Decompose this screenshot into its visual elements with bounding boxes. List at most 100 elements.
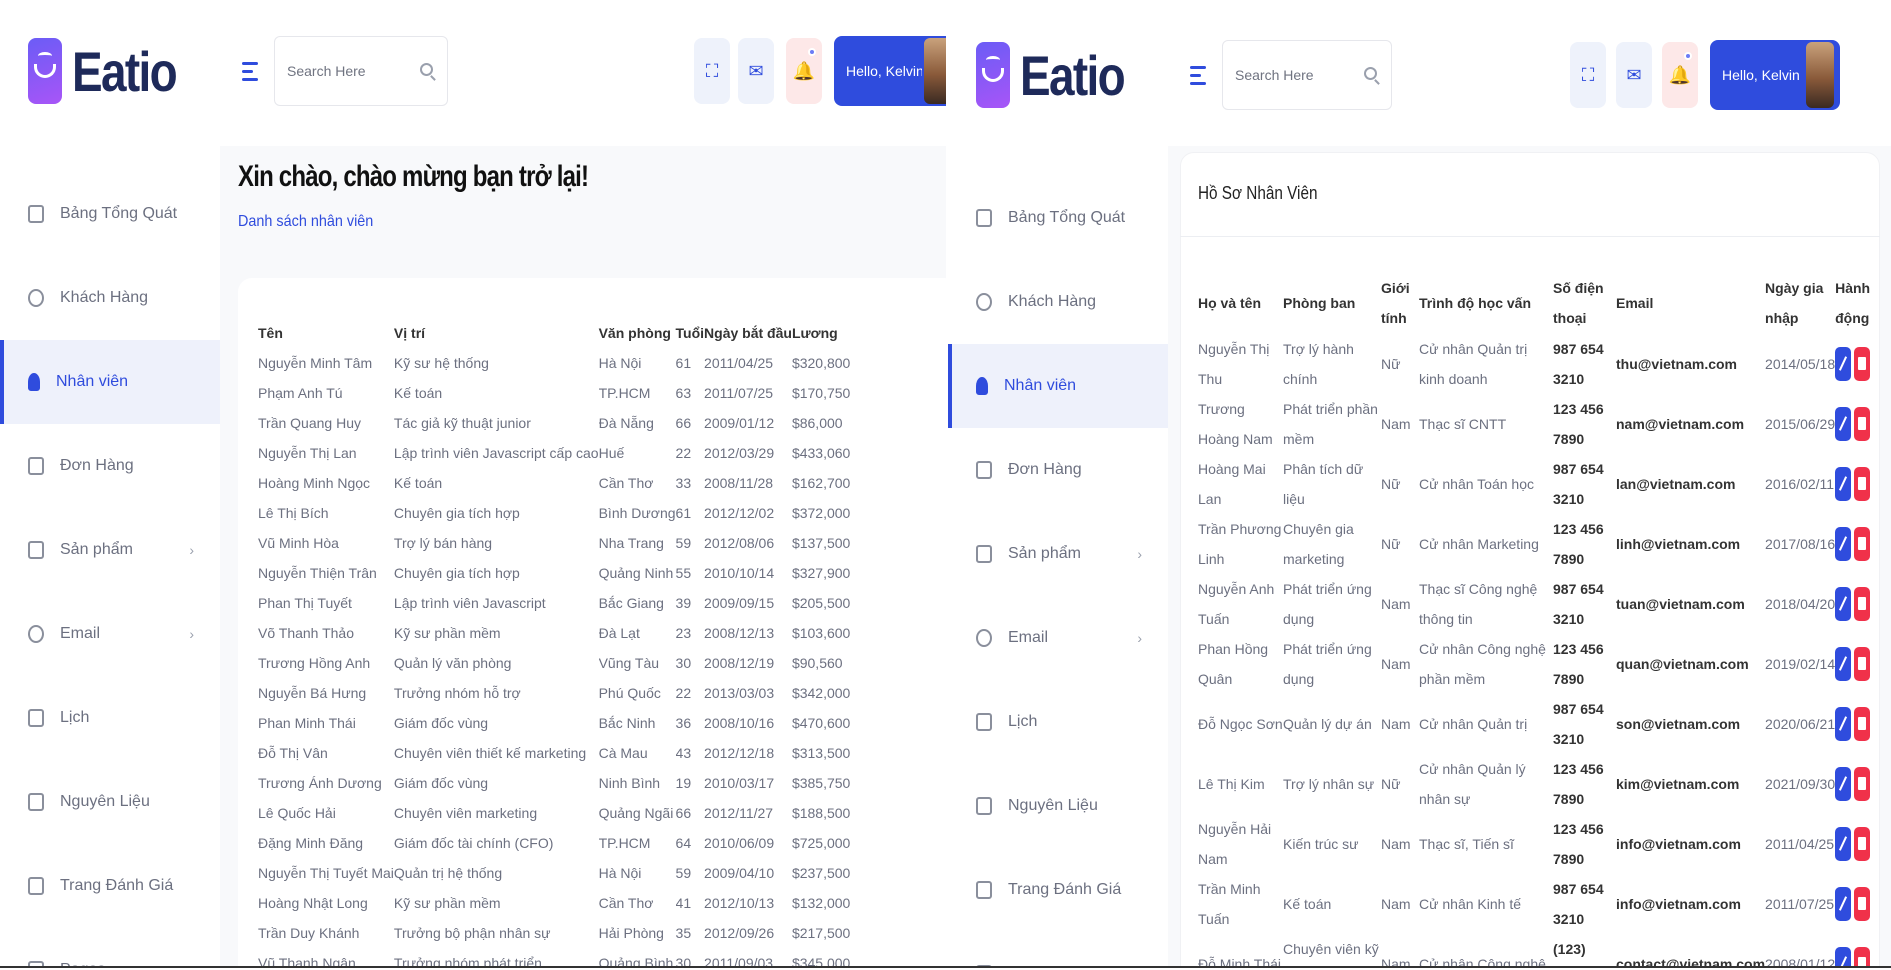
- sidebar-item-pages[interactable]: Pages›: [0, 928, 220, 966]
- sidebar-item-bang-tong-quat[interactable]: Bảng Tổng Quát: [0, 172, 220, 256]
- sidebar-item-pages[interactable]: Pages›: [948, 932, 1168, 966]
- sidebar-item-nguyen-lieu[interactable]: Nguyên Liệu: [0, 760, 220, 844]
- table-row[interactable]: Phan Hồng Quân Phát triển ứng dụng Nam Cử n…: [1198, 634, 1875, 694]
- table-row[interactable]: Phan Minh Thái Giám đốc vùng Bắc Ninh 36 200…: [258, 708, 862, 738]
- chat-button[interactable]: ✉: [1616, 42, 1652, 108]
- sidebar-item-trang-danh-gia[interactable]: Trang Đánh Giá: [948, 848, 1168, 932]
- hamburger-menu-icon[interactable]: [242, 62, 258, 86]
- table-row[interactable]: Phan Thị Tuyết Lập trình viên Javascript B…: [258, 588, 862, 618]
- table-row[interactable]: Hoàng Minh Ngọc Kế toán Cần Thơ 33 2008/11/2…: [258, 468, 862, 498]
- delete-icon[interactable]: [1854, 587, 1871, 621]
- sidebar-item-email[interactable]: Email ›: [0, 592, 220, 676]
- avatar[interactable]: [922, 36, 946, 106]
- delete-icon[interactable]: [1854, 827, 1871, 861]
- delete-icon[interactable]: [1854, 407, 1871, 441]
- column-header[interactable]: Vị trí: [394, 318, 599, 348]
- delete-icon[interactable]: [1854, 647, 1871, 681]
- table-row[interactable]: Đỗ Thị Vân Chuyên viên thiết kế marketing…: [258, 738, 862, 768]
- edit-icon[interactable]: [1835, 827, 1852, 861]
- table-row[interactable]: Nguyễn Thị Tuyết Mai Quản trị hệ thống Hà …: [258, 858, 862, 888]
- table-row[interactable]: Trương Hồng Anh Quản lý văn phòng Vũng Tàu…: [258, 648, 862, 678]
- fullscreen-button[interactable]: ⛶: [1570, 42, 1606, 108]
- table-row[interactable]: Hoàng Nhật Long Kỹ sư phần mềm Cần Thơ 41 20…: [258, 888, 862, 918]
- sidebar-item-san-pham[interactable]: Sản phẩm ›: [948, 512, 1168, 596]
- table-row[interactable]: Trần Minh Tuấn Kế toán Nam Cử nhân Kinh tế 9…: [1198, 874, 1875, 934]
- table-cell[interactable]: info@vietnam.com: [1616, 814, 1765, 874]
- search-input[interactable]: [1235, 67, 1355, 83]
- edit-icon[interactable]: [1835, 647, 1852, 681]
- sidebar-item-san-pham[interactable]: Sản phẩm ›: [0, 508, 220, 592]
- table-row[interactable]: Phạm Anh Tú Kế toán TP.HCM 63 2011/07/25 $170…: [258, 378, 862, 408]
- column-header[interactable]: Email: [1616, 272, 1765, 334]
- table-row[interactable]: Vũ Thanh Ngân Trưởng nhóm phát triển Quảng…: [258, 948, 862, 966]
- edit-icon[interactable]: [1835, 767, 1852, 801]
- search-box[interactable]: [1222, 40, 1392, 110]
- table-row[interactable]: Nguyễn Minh Tâm Kỹ sư hệ thống Hà Nội 61 201…: [258, 348, 862, 378]
- table-cell[interactable]: linh@vietnam.com: [1616, 514, 1765, 574]
- column-header[interactable]: Hành động: [1835, 272, 1875, 334]
- sidebar-item-nhan-vien[interactable]: Nhân viên: [948, 344, 1168, 428]
- column-header[interactable]: Giới tính: [1381, 272, 1419, 334]
- column-header[interactable]: Phòng ban: [1283, 272, 1381, 334]
- edit-icon[interactable]: [1835, 587, 1852, 621]
- sidebar-item-lich[interactable]: Lịch: [0, 676, 220, 760]
- column-header[interactable]: Trình độ học vấn: [1419, 272, 1553, 334]
- search-icon[interactable]: [1364, 67, 1377, 80]
- sidebar-item-khach-hang[interactable]: Khách Hàng: [0, 256, 220, 340]
- column-header[interactable]: Số điện thoại: [1553, 272, 1616, 334]
- delete-icon[interactable]: [1854, 707, 1871, 741]
- table-cell[interactable]: kim@vietnam.com: [1616, 754, 1765, 814]
- edit-icon[interactable]: [1835, 527, 1852, 561]
- brand-logo[interactable]: Eatio: [976, 42, 1147, 108]
- table-row[interactable]: Trương Ánh Dương Giám đốc vùng Ninh Bình 19…: [258, 768, 862, 798]
- table-cell[interactable]: thu@vietnam.com: [1616, 334, 1765, 394]
- table-cell[interactable]: son@vietnam.com: [1616, 694, 1765, 754]
- edit-icon[interactable]: [1835, 347, 1852, 381]
- column-header[interactable]: Họ và tên: [1198, 272, 1283, 334]
- column-header[interactable]: Ngày gia nhập: [1765, 272, 1835, 334]
- table-cell[interactable]: info@vietnam.com: [1616, 874, 1765, 934]
- sidebar-item-nguyen-lieu[interactable]: Nguyên Liệu: [948, 764, 1168, 848]
- table-row[interactable]: Trương Hoàng Nam Phát triển phần mềm Nam Th…: [1198, 394, 1875, 454]
- table-row[interactable]: Đặng Minh Đăng Giám đốc tài chính (CFO) TP…: [258, 828, 862, 858]
- table-row[interactable]: Lê Thị Kim Trợ lý nhân sự Nữ Cử nhân Quản l…: [1198, 754, 1875, 814]
- search-input[interactable]: [287, 63, 407, 79]
- delete-icon[interactable]: [1854, 887, 1871, 921]
- search-box[interactable]: [274, 36, 448, 106]
- table-row[interactable]: Nguyễn Anh Tuấn Phát triển ứng dụng Nam Thạ…: [1198, 574, 1875, 634]
- delete-icon[interactable]: [1854, 947, 1871, 966]
- table-row[interactable]: Trần Duy Khánh Trưởng bộ phận nhân sự Hải …: [258, 918, 862, 948]
- table-cell[interactable]: tuan@vietnam.com: [1616, 574, 1765, 634]
- delete-icon[interactable]: [1854, 467, 1871, 501]
- table-row[interactable]: Đỗ Ngọc Sơn Quản lý dự án Nam Cử nhân Quản …: [1198, 694, 1875, 754]
- table-row[interactable]: Trần Phương Linh Chuyên gia marketing Nữ Cử…: [1198, 514, 1875, 574]
- sidebar-item-trang-danh-gia[interactable]: Trang Đánh Giá: [0, 844, 220, 928]
- delete-icon[interactable]: [1854, 527, 1871, 561]
- table-row[interactable]: Đỗ Minh TháiChuyên viên kỹ thuậtNam Cử nh…: [1198, 934, 1875, 966]
- notification-button[interactable]: 🔔: [1662, 42, 1698, 108]
- table-cell[interactable]: lan@vietnam.com: [1616, 454, 1765, 514]
- sidebar-item-email[interactable]: Email ›: [948, 596, 1168, 680]
- delete-icon[interactable]: [1854, 767, 1871, 801]
- table-row[interactable]: Hoàng Mai Lan Phân tích dữ liệu Nữ Cử nhân …: [1198, 454, 1875, 514]
- avatar[interactable]: [1804, 40, 1836, 110]
- edit-icon[interactable]: [1835, 887, 1852, 921]
- column-header[interactable]: Lương: [792, 318, 862, 348]
- hamburger-menu-icon[interactable]: [1190, 66, 1206, 90]
- column-header[interactable]: Văn phòng: [599, 318, 676, 348]
- table-row[interactable]: Lê Thị Bích Chuyên gia tích hợp Bình Dương…: [258, 498, 862, 528]
- edit-icon[interactable]: [1835, 707, 1852, 741]
- table-cell[interactable]: quan@vietnam.com: [1616, 634, 1765, 694]
- table-row[interactable]: Nguyễn Hải Nam Kiến trúc sư Nam Thạc sĩ, Ti…: [1198, 814, 1875, 874]
- user-menu-button[interactable]: Hello, Kelvin: [834, 36, 946, 106]
- edit-icon[interactable]: [1835, 947, 1852, 966]
- notification-button[interactable]: 🔔: [786, 38, 822, 104]
- table-row[interactable]: Võ Thanh Thảo Kỹ sư phần mềm Đà Lạt 23 2008/…: [258, 618, 862, 648]
- column-header[interactable]: Tuổi: [676, 318, 705, 348]
- delete-icon[interactable]: [1854, 347, 1871, 381]
- table-cell[interactable]: nam@vietnam.com: [1616, 394, 1765, 454]
- table-row[interactable]: Nguyễn Thị Lan Lập trình viên Javascript …: [258, 438, 862, 468]
- table-row[interactable]: Nguyễn Thiện Trân Chuyên gia tích hợp Quản…: [258, 558, 862, 588]
- search-icon[interactable]: [420, 63, 433, 76]
- edit-icon[interactable]: [1835, 407, 1852, 441]
